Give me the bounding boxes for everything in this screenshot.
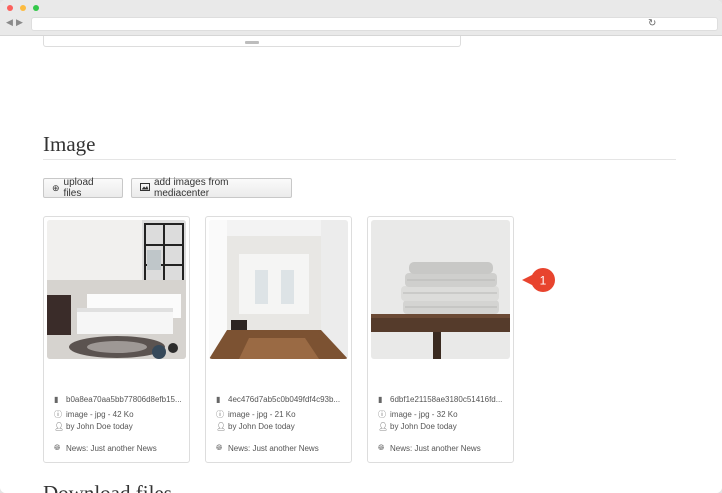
image-card[interactable]: ▮ 4ec476d7ab5c0b049fdf4c93b... ⓘ image - j… [205,216,352,463]
address-bar[interactable] [31,17,718,31]
file-name: ▮ b0a8ea70aa5bb77806d8efb15... [54,395,182,404]
linked-news[interactable]: 🌐︎ News: Just another News [378,443,481,453]
next-section-title: Download files [43,481,172,493]
file-info: ⓘ image - jpg - 32 Ko [378,409,458,420]
image-thumbnail[interactable] [47,220,186,359]
image-card[interactable]: ▮ 6dbf1e21158ae3180c51416fd... ⓘ image - j… [367,216,514,463]
browser-titlebar: ◀ ▶ ↻ [0,0,722,36]
resize-handle[interactable] [245,41,259,44]
info-icon: ⓘ [54,410,62,419]
linked-news-text: News: Just another News [66,443,157,453]
file-author: 👤︎ by John Doe today [216,422,295,431]
section-divider [43,159,676,160]
file-info-text: image - jpg - 42 Ko [66,410,134,419]
file-name-text: 6dbf1e21158ae3180c51416fd... [390,395,503,404]
file-icon: ▮ [378,395,383,404]
image-thumbnail[interactable] [371,220,510,359]
add-images-label: add images from mediacenter [154,177,229,199]
file-author-text: by John Doe today [228,422,295,431]
upload-files-label: upload files [63,177,94,199]
minimize-window-button[interactable] [20,5,26,11]
linked-news-text: News: Just another News [390,443,481,453]
back-arrow-icon[interactable]: ◀ [6,17,13,28]
callout-number: 1 [540,274,547,288]
previous-panel [43,36,461,47]
file-name: ▮ 6dbf1e21158ae3180c51416fd... [378,395,502,404]
upload-files-button[interactable]: ⊕ upload files [43,177,123,199]
image-card[interactable]: ▮ b0a8ea70aa5bb77806d8efb15... ⓘ image - j… [43,216,190,463]
file-name: ▮ 4ec476d7ab5c0b049fdf4c93b... [216,395,340,404]
user-icon: 👤︎ [378,422,389,431]
callout-badge: 1 [522,268,555,292]
file-author-text: by John Doe today [66,422,133,431]
file-author: 👤︎ by John Doe today [54,422,133,431]
file-author: 👤︎ by John Doe today [378,422,457,431]
info-icon: ⓘ [378,410,386,419]
section-title: Image [43,132,96,156]
image-icon [140,183,150,193]
file-name-text: b0a8ea70aa5bb77806d8efb15... [66,395,182,404]
file-info-text: image - jpg - 32 Ko [390,410,458,419]
file-icon: ▮ [54,395,59,404]
file-info: ⓘ image - jpg - 42 Ko [54,409,134,420]
add-images-button[interactable]: add images from mediacenter [131,177,292,199]
file-info: ⓘ image - jpg - 21 Ko [216,409,296,420]
forward-arrow-icon[interactable]: ▶ [16,17,23,28]
user-icon: 👤︎ [216,422,227,431]
globe-icon: 🌐︎ [216,443,223,452]
page-content: Image ⊕ upload files add images from med… [0,36,722,493]
maximize-window-button[interactable] [33,5,39,11]
file-author-text: by John Doe today [390,422,457,431]
image-thumbnail[interactable] [209,220,348,359]
callout-pointer [522,275,532,285]
reload-icon[interactable]: ↻ [648,17,656,31]
linked-news[interactable]: 🌐︎ News: Just another News [216,443,319,453]
globe-icon: 🌐︎ [54,443,61,452]
linked-news-text: News: Just another News [228,443,319,453]
linked-news[interactable]: 🌐︎ News: Just another News [54,443,157,453]
file-name-text: 4ec476d7ab5c0b049fdf4c93b... [228,395,341,404]
file-icon: ▮ [216,395,221,404]
user-icon: 👤︎ [54,422,65,431]
browser-window: ◀ ▶ ↻ Image ⊕ upload files add images fr… [0,0,722,493]
close-window-button[interactable] [7,5,13,11]
info-icon: ⓘ [216,410,224,419]
globe-icon: 🌐︎ [378,443,385,452]
upload-icon: ⊕ [52,182,60,193]
file-info-text: image - jpg - 21 Ko [228,410,296,419]
